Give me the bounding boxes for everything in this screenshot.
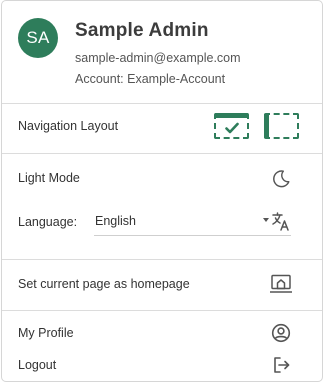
translate-icon[interactable] xyxy=(260,208,294,234)
homepage-label[interactable]: Set current page as homepage xyxy=(18,277,190,291)
avatar: SA xyxy=(18,18,58,58)
my-profile-link[interactable]: My Profile xyxy=(18,326,74,340)
user-menu-panel: SA Sample Admin sample-admin@example.com… xyxy=(1,0,323,382)
divider xyxy=(2,153,322,154)
logout-icon[interactable] xyxy=(269,353,293,377)
user-name: Sample Admin xyxy=(75,20,209,41)
user-account: Account: Example-Account xyxy=(75,72,226,86)
user-email: sample-admin@example.com xyxy=(75,51,241,65)
navigation-layout-label: Navigation Layout xyxy=(18,119,119,133)
logout-link[interactable]: Logout xyxy=(18,358,56,372)
layout-top-option[interactable] xyxy=(214,113,249,139)
language-label: Language: xyxy=(18,215,78,229)
divider xyxy=(2,259,322,260)
layout-side-option[interactable] xyxy=(264,113,299,139)
moon-icon[interactable] xyxy=(268,166,294,192)
home-screen-icon[interactable] xyxy=(267,271,295,297)
divider xyxy=(2,310,322,311)
account-circle-icon[interactable] xyxy=(269,321,293,345)
divider xyxy=(2,103,322,104)
checkmark-icon xyxy=(224,122,239,133)
avatar-initials: SA xyxy=(26,28,50,47)
language-value: English xyxy=(95,214,136,228)
theme-label: Light Mode xyxy=(18,171,80,185)
